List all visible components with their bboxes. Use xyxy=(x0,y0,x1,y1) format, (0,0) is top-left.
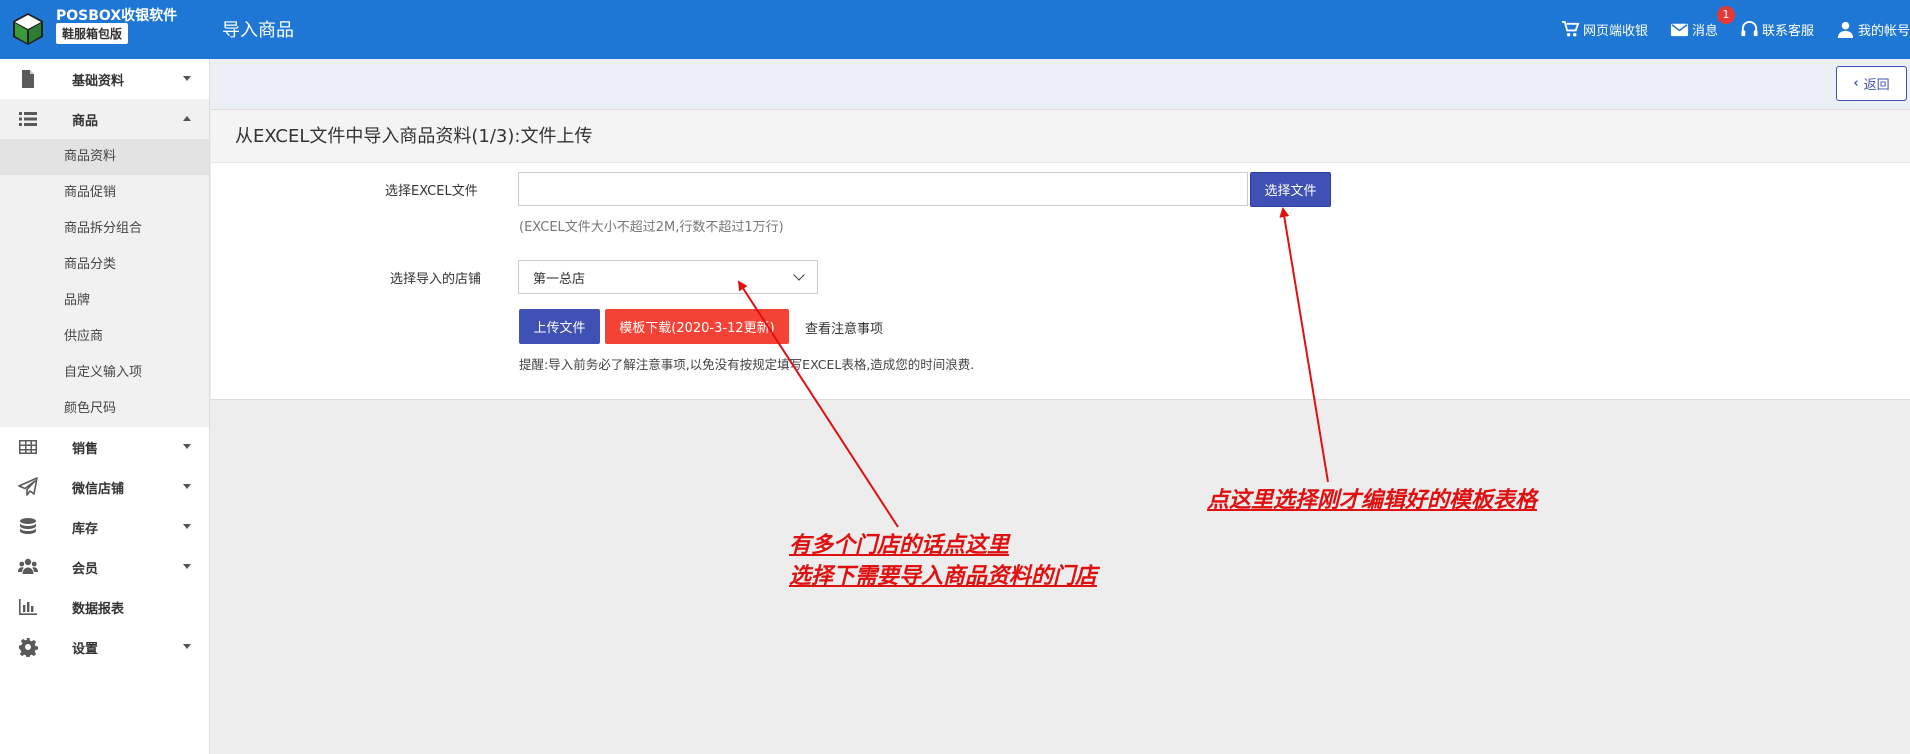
file-annotation: 点这里选择刚才编辑好的模板表格 xyxy=(1207,487,1538,513)
headset-icon xyxy=(1741,20,1758,37)
chevron-down-icon xyxy=(183,524,191,529)
page-toolbar: ‹ 返回 xyxy=(211,59,1910,110)
table-icon xyxy=(18,437,38,457)
support-label: 联系客服 xyxy=(1761,24,1814,39)
chevron-left-icon: ‹ xyxy=(1853,76,1859,91)
chevron-down-icon xyxy=(183,644,191,649)
template-download-button[interactable]: 模板下载(2020-3-12更新) xyxy=(605,309,789,344)
sidebar-group-label: 销售 xyxy=(72,441,99,457)
choose-file-button[interactable]: 选择文件 xyxy=(1250,172,1331,207)
cube-logo-icon xyxy=(13,13,43,45)
sidebar-group-label: 数据报表 xyxy=(72,601,125,617)
view-notes-link[interactable]: 查看注意事项 xyxy=(805,318,883,337)
support-link[interactable]: 联系客服 xyxy=(1740,20,1814,39)
account-label: 我的帐号 xyxy=(1857,24,1910,39)
envelope-icon xyxy=(1670,23,1689,37)
sidebar: 基础资料 商品 商品资料 商品促销 商品拆分组合 商品分类 品牌 供应商 自定义… xyxy=(0,59,210,754)
sidebar-group-label: 库存 xyxy=(72,521,99,537)
chevron-down-icon xyxy=(183,484,191,489)
upload-form-panel: 选择EXCEL文件 选择文件 (EXCEL文件大小不超过2M,行数不超过1万行)… xyxy=(211,163,1910,400)
sidebar-group-label: 微信店铺 xyxy=(72,481,125,497)
sidebar-group-label: 会员 xyxy=(72,561,99,577)
gear-icon xyxy=(18,637,38,658)
sidebar-item-suppliers[interactable]: 供应商 xyxy=(0,319,209,355)
chevron-down-icon xyxy=(183,76,191,81)
messages-label: 消息 xyxy=(1691,24,1718,39)
store-select[interactable]: 第一总店 xyxy=(518,260,818,294)
sidebar-group-members[interactable]: 会员 xyxy=(0,547,209,587)
brand-name: POSBOX收银软件 xyxy=(56,8,178,24)
back-label: 返回 xyxy=(1863,78,1890,93)
paper-plane-icon xyxy=(18,477,38,497)
sidebar-group-label: 设置 xyxy=(72,641,99,657)
header-actions: 网页端收银 消息 1 联系客服 我的帐号 xyxy=(1539,0,1910,59)
sidebar-group-label: 商品 xyxy=(72,113,99,129)
chevron-up-icon xyxy=(183,116,191,121)
upload-file-button[interactable]: 上传文件 xyxy=(519,309,600,344)
store-label: 选择导入的店铺 xyxy=(390,272,482,287)
sidebar-group-wechat-store[interactable]: 微信店铺 xyxy=(0,467,209,507)
list-icon xyxy=(18,109,38,129)
products-submenu: 商品资料 商品促销 商品拆分组合 商品分类 品牌 供应商 自定义输入项 颜色尺码 xyxy=(0,139,209,427)
sidebar-item-custom-fields[interactable]: 自定义输入项 xyxy=(0,355,209,391)
sidebar-group-label: 基础资料 xyxy=(72,73,125,89)
database-icon xyxy=(18,517,38,537)
store-annotation: 有多个门店的话点这里 选择下需要导入商品资料的门店 xyxy=(789,530,1097,592)
users-icon xyxy=(18,557,38,577)
chevron-down-icon xyxy=(183,564,191,569)
sidebar-item-split-combo[interactable]: 商品拆分组合 xyxy=(0,211,209,247)
sidebar-group-products[interactable]: 商品 xyxy=(0,99,209,139)
excel-file-input[interactable] xyxy=(518,172,1248,206)
sidebar-group-settings[interactable]: 设置 xyxy=(0,627,209,667)
sidebar-item-categories[interactable]: 商品分类 xyxy=(0,247,209,283)
messages-link[interactable]: 消息 1 xyxy=(1670,6,1735,39)
import-reminder: 提醒:导入前务必了解注意事项,以免没有按规定填写EXCEL表格,造成您的时间浪费… xyxy=(519,357,975,372)
sidebar-item-promotions[interactable]: 商品促销 xyxy=(0,175,209,211)
brand-edition-badge: 鞋服箱包版 xyxy=(56,23,129,44)
account-link[interactable]: 我的帐号 xyxy=(1836,20,1910,39)
sidebar-item-product-info[interactable]: 商品资料 xyxy=(0,139,209,175)
sidebar-group-reports[interactable]: 数据报表 xyxy=(0,587,209,627)
cart-icon xyxy=(1561,20,1580,37)
sidebar-group-inventory[interactable]: 库存 xyxy=(0,507,209,547)
section-title: 从EXCEL文件中导入商品资料(1/3):文件上传 xyxy=(211,110,1910,163)
store-selected-value: 第一总店 xyxy=(533,271,586,287)
sidebar-group-sales[interactable]: 销售 xyxy=(0,427,209,467)
store-annotation-line2: 选择下需要导入商品资料的门店 xyxy=(789,563,1098,589)
web-pos-link[interactable]: 网页端收银 xyxy=(1561,20,1648,39)
back-button[interactable]: ‹ 返回 xyxy=(1836,66,1907,101)
excel-file-label: 选择EXCEL文件 xyxy=(385,184,478,199)
page-title: 导入商品 xyxy=(222,20,294,41)
web-pos-label: 网页端收银 xyxy=(1582,24,1648,39)
store-annotation-line1: 有多个门店的话点这里 xyxy=(789,532,1010,558)
chevron-down-icon xyxy=(183,444,191,449)
sidebar-group-basic-data[interactable]: 基础资料 xyxy=(0,59,209,99)
sidebar-item-color-size[interactable]: 颜色尺码 xyxy=(0,391,209,427)
sidebar-item-brands[interactable]: 品牌 xyxy=(0,283,209,319)
main-content: ‹ 返回 从EXCEL文件中导入商品资料(1/3):文件上传 选择EXCEL文件… xyxy=(211,59,1910,754)
top-header: POSBOX收银软件 鞋服箱包版 导入商品 网页端收银 消息 1 联系客服 我的… xyxy=(0,0,1910,59)
user-icon xyxy=(1837,21,1854,39)
bar-chart-icon xyxy=(18,597,38,617)
file-size-hint: (EXCEL文件大小不超过2M,行数不超过1万行) xyxy=(519,220,784,235)
file-icon xyxy=(18,69,38,89)
chevron-down-icon xyxy=(793,269,805,281)
message-count-badge: 1 xyxy=(1716,6,1735,24)
